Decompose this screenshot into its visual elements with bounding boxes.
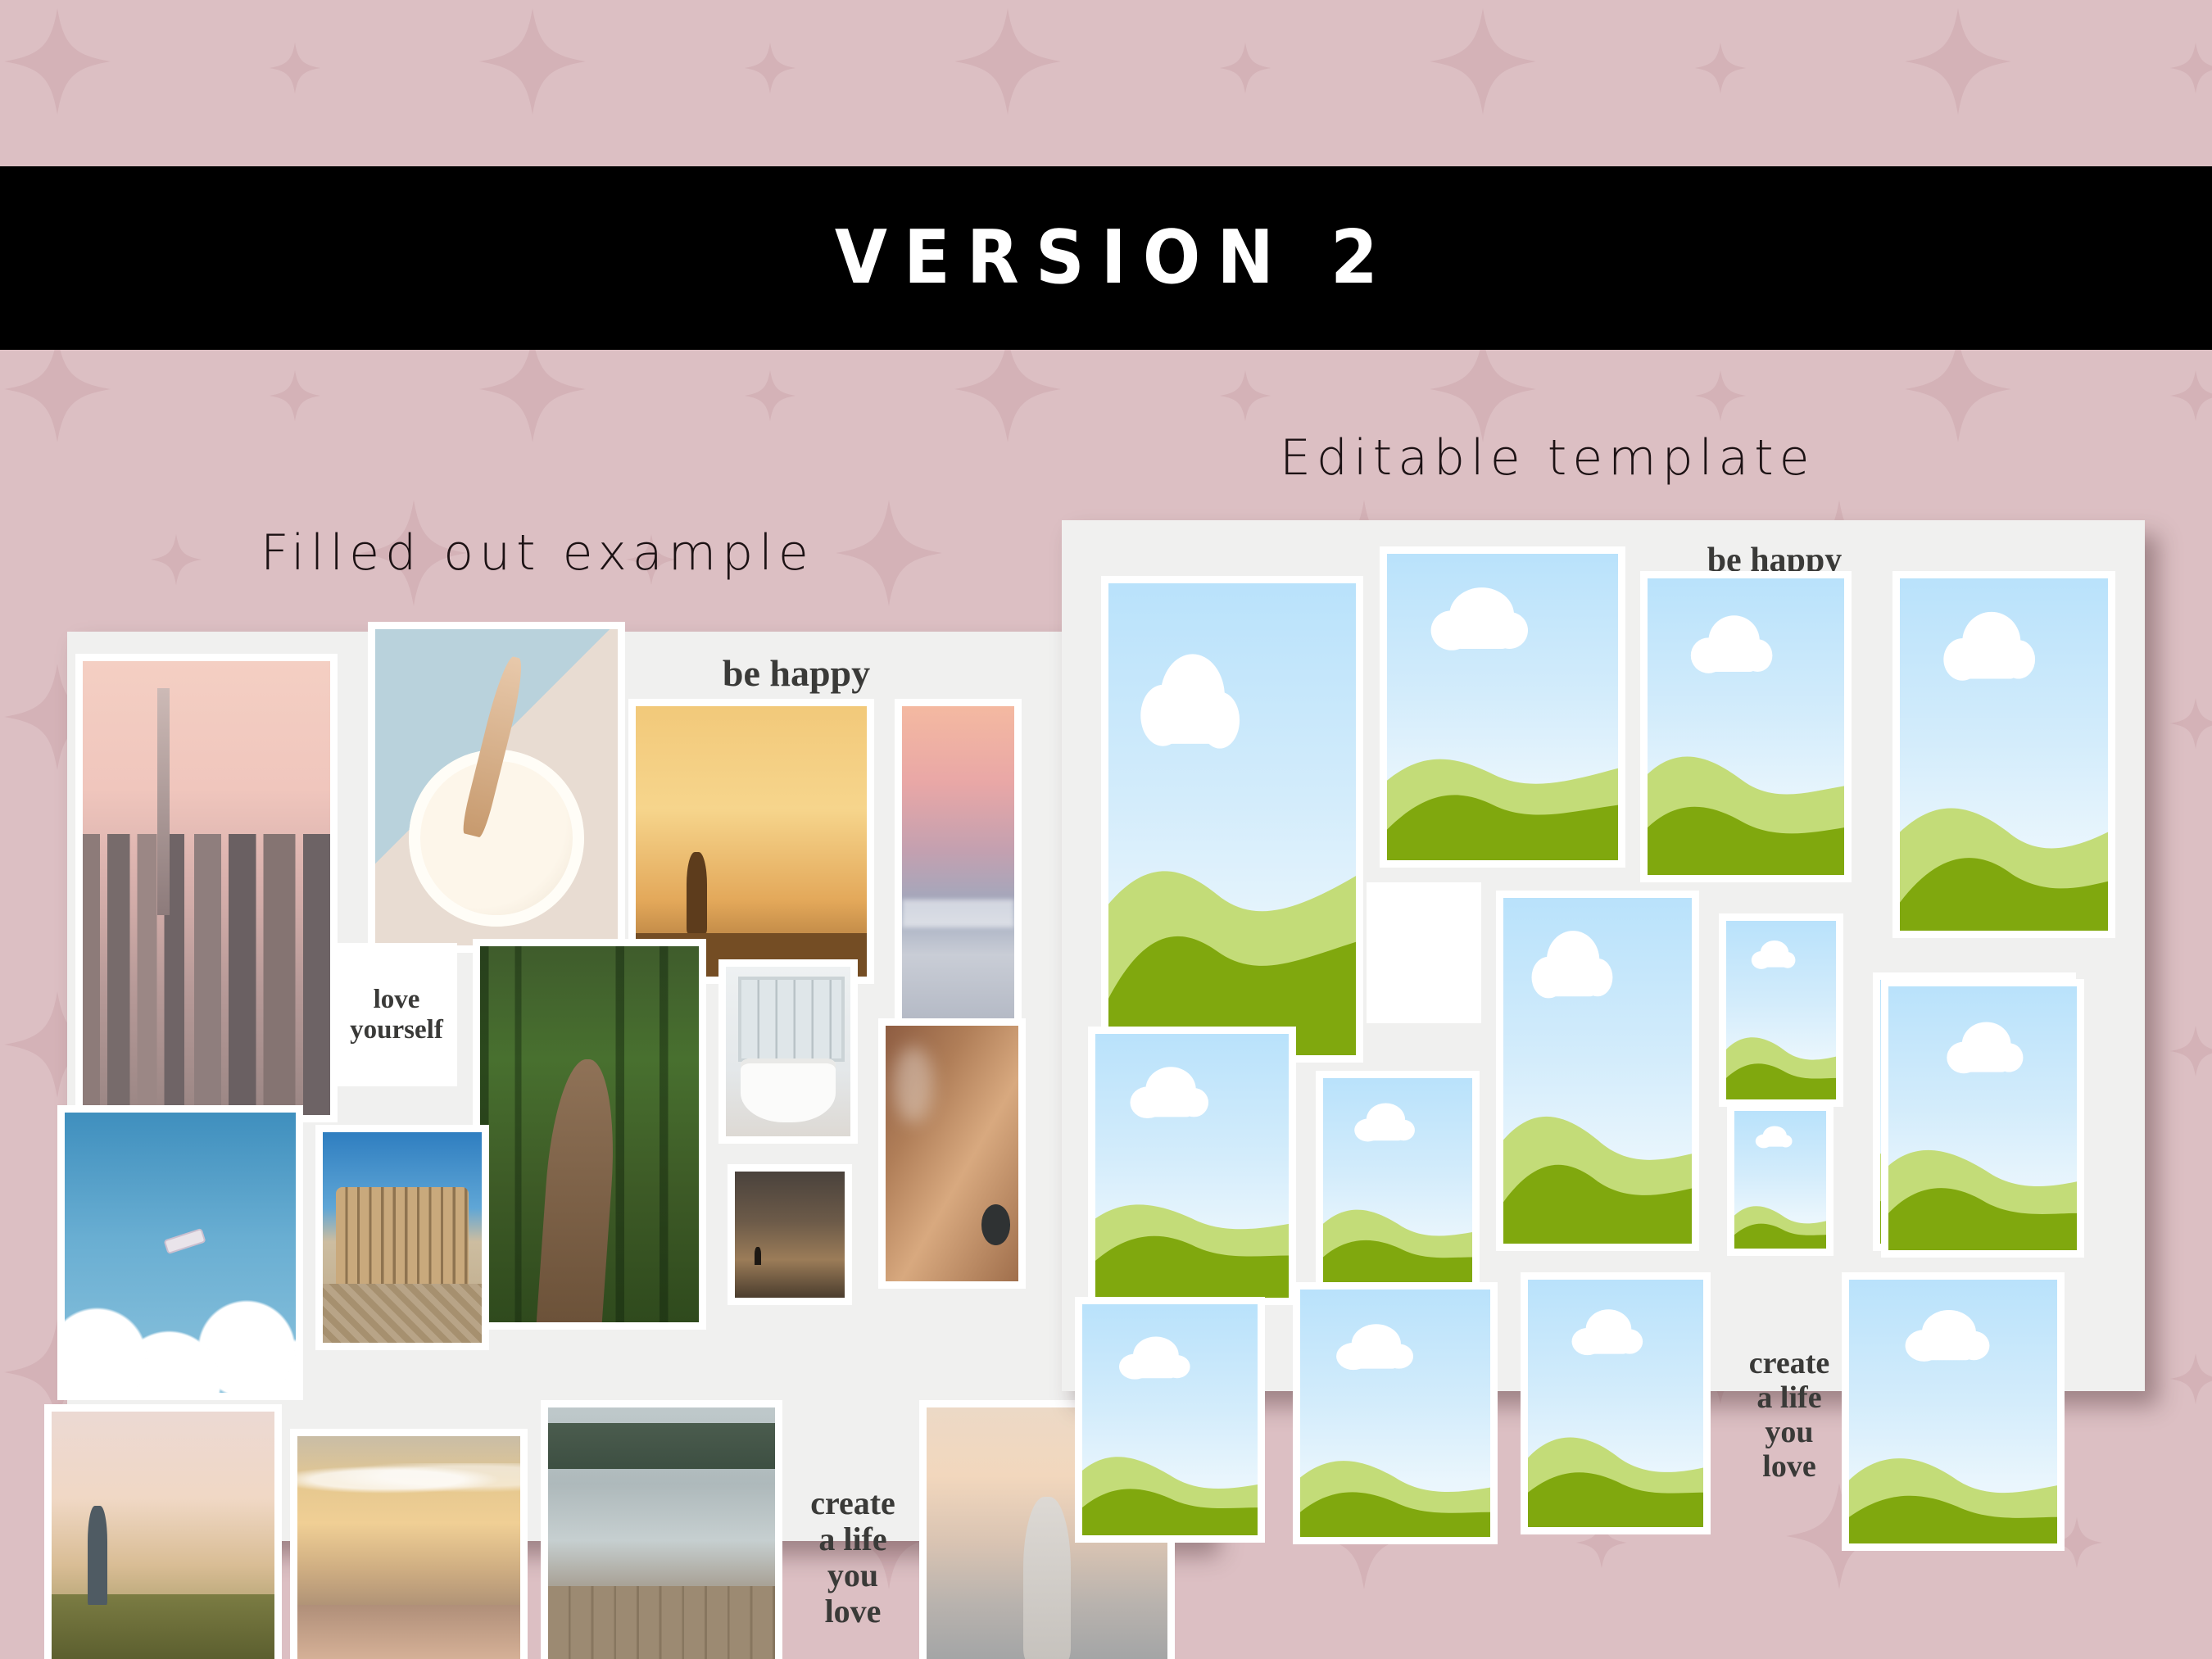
placeholder-tile-1[interactable]: [1101, 576, 1363, 1063]
placeholder-tile-11[interactable]: [1881, 979, 2084, 1258]
dancing-silhouettes-photo: [735, 1172, 845, 1298]
heading-editable-template: Editable template: [1280, 429, 1815, 487]
filled-out-example-board[interactable]: be happy love yourself create a life you…: [44, 622, 1206, 1659]
photo-tile-ocean-sunset[interactable]: [895, 699, 1022, 1059]
photo-tile-lake-dock[interactable]: [541, 1400, 782, 1659]
quote-love-yourself-line-2: yourself: [350, 1014, 443, 1045]
quote-be-happy-text: be happy: [722, 651, 871, 694]
editable-template-board[interactable]: be happy create a life you love: [1062, 520, 2145, 1551]
landscape-placeholder: [1082, 1304, 1258, 1535]
landscape-placeholder: [1726, 921, 1836, 1099]
photo-tile-dancers[interactable]: [728, 1164, 852, 1305]
landscape-placeholder: [1849, 1280, 2057, 1543]
quote-love-yourself[interactable]: love yourself: [336, 943, 457, 1086]
landscape-placeholder: [1387, 554, 1618, 860]
photo-tile-beach-sunset[interactable]: [290, 1429, 528, 1659]
template-quote-create-a-life-line-2: a life: [1756, 1380, 1822, 1416]
woman-lake-dock-photo: [548, 1407, 775, 1659]
hot-stone-massage-photo: [886, 1026, 1018, 1281]
placeholder-tile-9[interactable]: [1316, 1071, 1480, 1294]
poster-canvas: VERSION 2 Filled out example Editable te…: [0, 0, 2212, 1659]
heading-filled-out-example: Filled out example: [261, 524, 814, 582]
sunset-hikers-photo: [636, 706, 867, 977]
landscape-placeholder: [1528, 1280, 1703, 1527]
placeholder-tile-6[interactable]: [1719, 913, 1843, 1107]
landscape-placeholder: [1108, 583, 1356, 1055]
version-banner: VERSION 2: [0, 166, 2212, 350]
template-quote-create-a-life-line-1: create: [1748, 1346, 1830, 1381]
quote-create-a-life-line-4: love: [824, 1593, 882, 1630]
placeholder-tile-2[interactable]: [1380, 546, 1625, 868]
banner-title: VERSION 2: [834, 215, 1394, 301]
photo-tile-bathtub[interactable]: [718, 959, 858, 1144]
landscape-placeholder: [1095, 1034, 1289, 1298]
placeholder-tile-8[interactable]: [1088, 1027, 1296, 1305]
quote-be-happy[interactable]: be happy: [690, 648, 903, 699]
placeholder-tile-5[interactable]: [1496, 891, 1699, 1251]
template-quote-create-a-life-line-3: you: [1765, 1415, 1814, 1449]
landscape-placeholder: [1648, 578, 1844, 875]
airplane-clouds-photo: [65, 1113, 296, 1393]
colosseum-rome-photo: [323, 1132, 482, 1343]
photo-tile-massage[interactable]: [878, 1018, 1026, 1289]
quote-create-a-life[interactable]: create a life you love: [784, 1451, 922, 1659]
placeholder-tile-3[interactable]: [1640, 571, 1852, 882]
placeholder-tile-blank[interactable]: [1367, 882, 1481, 1023]
placeholder-tile-13[interactable]: [1293, 1282, 1498, 1544]
beach-sunset-photo: [297, 1436, 520, 1659]
landscape-placeholder: [1734, 1111, 1826, 1249]
landscape-placeholder: [1300, 1290, 1490, 1537]
friends-hilltop-photo: [52, 1412, 274, 1659]
template-quote-create-a-life-line-4: love: [1762, 1448, 1816, 1484]
photo-tile-cooking[interactable]: [368, 622, 625, 953]
template-quote-create-a-life[interactable]: create a life you love: [1724, 1313, 1855, 1518]
placeholder-tile-4[interactable]: [1892, 571, 2115, 938]
landscape-placeholder: [1323, 1078, 1472, 1286]
cooking-bowl-photo: [375, 629, 618, 945]
quote-create-a-life-line-1: create: [810, 1484, 895, 1521]
placeholder-tile-15[interactable]: [1842, 1272, 2065, 1551]
bathtub-spa-photo: [726, 967, 850, 1136]
ocean-sunset-photo: [902, 706, 1014, 1052]
landscape-placeholder: [1900, 578, 2108, 931]
new-york-skyline-photo: [83, 661, 330, 1115]
quote-create-a-life-line-2: a life: [818, 1521, 887, 1557]
photo-tile-friends[interactable]: [44, 1404, 282, 1659]
placeholder-tile-10[interactable]: [1727, 1104, 1834, 1256]
landscape-placeholder: [1888, 986, 2077, 1250]
forest-path-photo: [480, 946, 699, 1322]
blank-placeholder: [1374, 890, 1474, 1016]
photo-tile-city-skyline[interactable]: [75, 654, 338, 1122]
quote-love-yourself-line-1: love: [373, 985, 420, 1015]
photo-tile-colosseum[interactable]: [315, 1125, 489, 1350]
photo-tile-airplane[interactable]: [57, 1105, 303, 1400]
placeholder-tile-12[interactable]: [1075, 1297, 1265, 1543]
placeholder-tile-14[interactable]: [1521, 1272, 1711, 1534]
quote-create-a-life-line-3: you: [827, 1557, 879, 1593]
landscape-placeholder: [1503, 898, 1692, 1244]
photo-tile-forest-path[interactable]: [473, 939, 706, 1330]
